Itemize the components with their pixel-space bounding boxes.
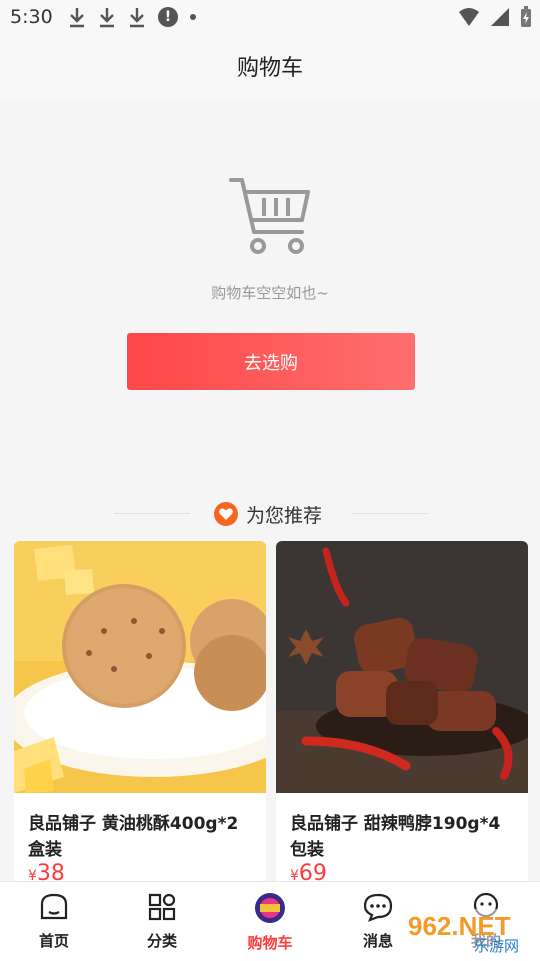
go-shopping-button[interactable]: 去选购	[127, 333, 415, 390]
home-icon	[40, 893, 68, 920]
divider-left	[114, 513, 190, 514]
more-notifications-dot	[190, 14, 196, 20]
product-image-duck-neck	[276, 541, 528, 793]
product-card[interactable]: 良品铺子 甜辣鸭脖190g*4包装 ¥69	[276, 541, 528, 886]
watermark-logo: 962.NET 乐游网	[404, 909, 532, 955]
heart-icon	[214, 502, 238, 526]
recommend-header: 为您推荐	[0, 500, 540, 530]
empty-cart-message: 购物车空空如也~	[211, 284, 329, 302]
download-icon	[128, 6, 146, 28]
message-icon	[363, 893, 393, 922]
status-time: 5:30	[10, 6, 53, 28]
tab-category[interactable]: 分类	[122, 892, 202, 951]
cart-promo-icon	[255, 893, 285, 923]
product-card[interactable]: 良品铺子 黄油桃酥400g*2盒装 ¥38	[14, 541, 266, 886]
divider-right	[352, 513, 428, 514]
status-bar: 5:30 !	[0, 0, 540, 36]
notification-icons: !	[68, 6, 196, 28]
battery-icon	[521, 6, 531, 27]
product-image-cookies	[14, 541, 266, 793]
empty-cart-icon	[229, 178, 310, 254]
signal-icon	[491, 8, 509, 26]
product-name: 良品铺子 甜辣鸭脖190g*4包装	[290, 814, 501, 860]
download-icon	[68, 6, 86, 28]
tab-cart[interactable]: 购物车	[230, 892, 310, 953]
wifi-icon	[459, 8, 479, 26]
tab-label: 分类	[146, 932, 177, 950]
category-icon	[148, 893, 176, 921]
product-name: 良品铺子 黄油桃酥400g*2盒装	[28, 814, 239, 860]
recommend-title: 为您推荐	[246, 505, 323, 527]
tab-label: 购物车	[247, 934, 293, 952]
page-header: 购物车	[0, 36, 540, 100]
download-icon	[98, 6, 116, 28]
alert-icon: !	[158, 7, 178, 27]
system-icons	[458, 6, 532, 28]
page-title: 购物车	[236, 56, 303, 81]
watermark-subtitle: 乐游网	[474, 937, 519, 955]
tab-home[interactable]: 首页	[14, 892, 94, 951]
tab-label: 首页	[38, 932, 69, 950]
